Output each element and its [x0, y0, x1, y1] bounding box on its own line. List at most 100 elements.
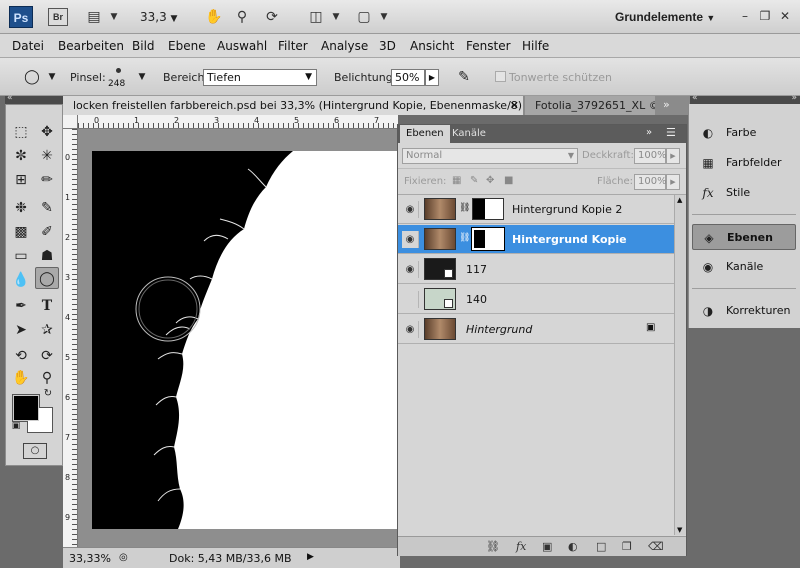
- exposure-input[interactable]: 50%: [391, 69, 425, 86]
- tabs-overflow-icon[interactable]: »: [663, 98, 670, 111]
- menu-bild[interactable]: Bild: [132, 39, 155, 53]
- chevron-down-icon[interactable]: ▼: [40, 66, 64, 88]
- custom-shape-tool-icon[interactable]: ✰: [35, 319, 59, 341]
- layer-row-hintergrund[interactable]: ◉ Hintergrund ▣: [398, 315, 674, 344]
- new-layer-icon[interactable]: ❐: [622, 540, 632, 553]
- close-button[interactable]: ✕: [776, 8, 794, 24]
- eraser-tool-icon[interactable]: ▭: [9, 245, 33, 267]
- lock-transparent-icon[interactable]: ▦: [452, 175, 461, 186]
- new-group-icon[interactable]: □: [596, 540, 606, 553]
- dock-item-farbfelder[interactable]: ▦ Farbfelder: [692, 150, 796, 176]
- type-tool-icon[interactable]: T: [35, 295, 59, 317]
- magic-wand-tool-icon[interactable]: ✳: [35, 145, 59, 167]
- chevron-down-icon[interactable]: ▼: [374, 8, 394, 26]
- vertical-ruler[interactable]: 0 1 2 3 4 5 6 7 8 9: [63, 129, 78, 547]
- dock-item-korrekturen[interactable]: ◑ Korrekturen: [692, 298, 796, 324]
- photoshop-logo[interactable]: Ps: [9, 6, 33, 28]
- adjustment-layer-icon[interactable]: ◐: [568, 540, 578, 553]
- horizontal-ruler[interactable]: 0 1 2 3 4 5 6 7: [78, 115, 398, 129]
- 3d-rotate-tool-icon[interactable]: ⟲: [9, 345, 33, 367]
- lock-pixels-icon[interactable]: ✎: [470, 175, 478, 186]
- pen-tool-icon[interactable]: ✒: [9, 295, 33, 317]
- dock-collapse-strip[interactable]: « »: [690, 93, 800, 104]
- ruler-origin[interactable]: [63, 115, 78, 129]
- history-brush-tool-icon[interactable]: ✐: [35, 221, 59, 243]
- move-tool-icon[interactable]: ✥: [35, 121, 59, 143]
- exposure-slider-button[interactable]: ▶: [425, 69, 439, 86]
- path-selection-tool-icon[interactable]: ➤: [9, 319, 33, 341]
- chevron-down-icon[interactable]: ▼: [326, 8, 346, 26]
- brush-tool-icon[interactable]: ✎: [35, 197, 59, 219]
- document-canvas[interactable]: [78, 129, 398, 547]
- menu-analyse[interactable]: Analyse: [321, 39, 368, 53]
- add-mask-icon[interactable]: ▣: [542, 540, 552, 553]
- chain-icon[interactable]: ⛓: [459, 203, 470, 213]
- crop-tool-icon[interactable]: ⊞: [9, 169, 33, 191]
- zoom-dropdown[interactable]: 33,3 ▼: [140, 10, 177, 24]
- paint-bucket-tool-icon[interactable]: ☗: [35, 245, 59, 267]
- eyedropper-tool-icon[interactable]: ✏: [35, 169, 59, 191]
- 3d-orbit-tool-icon[interactable]: ⟳: [35, 345, 59, 367]
- menu-ansicht[interactable]: Ansicht: [410, 39, 454, 53]
- screen-mode-icon[interactable]: ▢: [354, 8, 374, 26]
- tab-fotolia[interactable]: Fotolia_3792651_XL ©: [525, 96, 655, 115]
- menu-ebene[interactable]: Ebene: [168, 39, 206, 53]
- scroll-up-icon[interactable]: ▲: [677, 196, 682, 204]
- expand-icon[interactable]: »: [646, 127, 652, 138]
- dock-item-stile[interactable]: fx Stile: [692, 180, 796, 206]
- layer-row-hintergrund-kopie[interactable]: ◉ ⛓ Hintergrund Kopie: [398, 225, 674, 254]
- opacity-slider-button[interactable]: ▶: [666, 148, 680, 164]
- healing-brush-tool-icon[interactable]: ❉: [9, 197, 33, 219]
- menu-hilfe[interactable]: Hilfe: [522, 39, 549, 53]
- marquee-tool-icon[interactable]: ⬚: [9, 121, 33, 143]
- blur-tool-icon[interactable]: 💧: [9, 269, 33, 291]
- layer-row-hintergrund-kopie-2[interactable]: ◉ ⛓ Hintergrund Kopie 2: [398, 195, 674, 224]
- brush-preview[interactable]: 248: [108, 64, 130, 92]
- lock-all-icon[interactable]: ■: [504, 175, 513, 186]
- fill-slider-button[interactable]: ▶: [666, 174, 680, 190]
- link-layers-icon[interactable]: ⛓: [486, 540, 500, 553]
- zoom-icon[interactable]: ⚲: [232, 8, 252, 26]
- visibility-eye-icon[interactable]: ◉: [402, 261, 419, 278]
- airbrush-icon[interactable]: ✎: [452, 66, 476, 88]
- menu-bearbeiten[interactable]: Bearbeiten: [58, 39, 124, 53]
- menu-auswahl[interactable]: Auswahl: [217, 39, 267, 53]
- chevron-down-icon[interactable]: ▼: [130, 66, 154, 88]
- menu-datei[interactable]: Datei: [12, 39, 44, 53]
- restore-button[interactable]: ❐: [756, 8, 774, 24]
- workspace-switcher[interactable]: Grundelemente ▼: [615, 10, 715, 24]
- status-options-icon[interactable]: ◎: [119, 552, 128, 563]
- protect-tones-checkbox[interactable]: [495, 71, 506, 82]
- tab-locken-freistellen[interactable]: locken freistellen farbbereich.psd bei 3…: [63, 96, 523, 115]
- layer-row-117[interactable]: ◉ 117: [398, 255, 674, 284]
- dock-item-kanaele[interactable]: ◉ Kanäle: [692, 254, 796, 280]
- clone-stamp-tool-icon[interactable]: ▩: [9, 221, 33, 243]
- tab-layers[interactable]: Ebenen: [400, 125, 450, 143]
- dock-item-farbe[interactable]: ◐ Farbe: [692, 120, 796, 146]
- scroll-down-icon[interactable]: ▼: [677, 526, 682, 534]
- chevron-down-icon[interactable]: ▼: [104, 8, 124, 26]
- visibility-eye-icon[interactable]: ◉: [402, 291, 419, 308]
- fx-icon[interactable]: fx: [516, 540, 526, 553]
- zoom-tool-icon[interactable]: ⚲: [35, 367, 59, 389]
- visibility-eye-icon[interactable]: ◉: [402, 231, 419, 248]
- sponge-tool-icon[interactable]: ◯: [35, 267, 59, 289]
- hand-icon[interactable]: ✋: [204, 8, 224, 26]
- quick-mask-icon[interactable]: ○: [23, 443, 47, 459]
- trash-icon[interactable]: ⌫: [648, 540, 664, 553]
- chain-icon[interactable]: ⛓: [459, 233, 470, 243]
- menu-fenster[interactable]: Fenster: [466, 39, 511, 53]
- menu-filter[interactable]: Filter: [278, 39, 308, 53]
- visibility-eye-icon[interactable]: ◉: [402, 321, 419, 338]
- rotate-icon[interactable]: ⟳: [262, 8, 282, 26]
- default-colors-icon[interactable]: ▣: [10, 420, 22, 432]
- fill-input[interactable]: 100%: [634, 174, 667, 190]
- hand-tool-icon[interactable]: ✋: [9, 367, 33, 389]
- tools-collapse-strip[interactable]: «: [5, 93, 63, 104]
- tab-channels[interactable]: Kanäle: [446, 125, 492, 143]
- lasso-tool-icon[interactable]: ✼: [9, 145, 33, 167]
- menu-3d[interactable]: 3D: [379, 39, 396, 53]
- layers-scrollbar[interactable]: ▲ ▼: [674, 195, 686, 535]
- mask-thumbnail[interactable]: [472, 198, 504, 220]
- film-icon[interactable]: ▤: [84, 8, 104, 26]
